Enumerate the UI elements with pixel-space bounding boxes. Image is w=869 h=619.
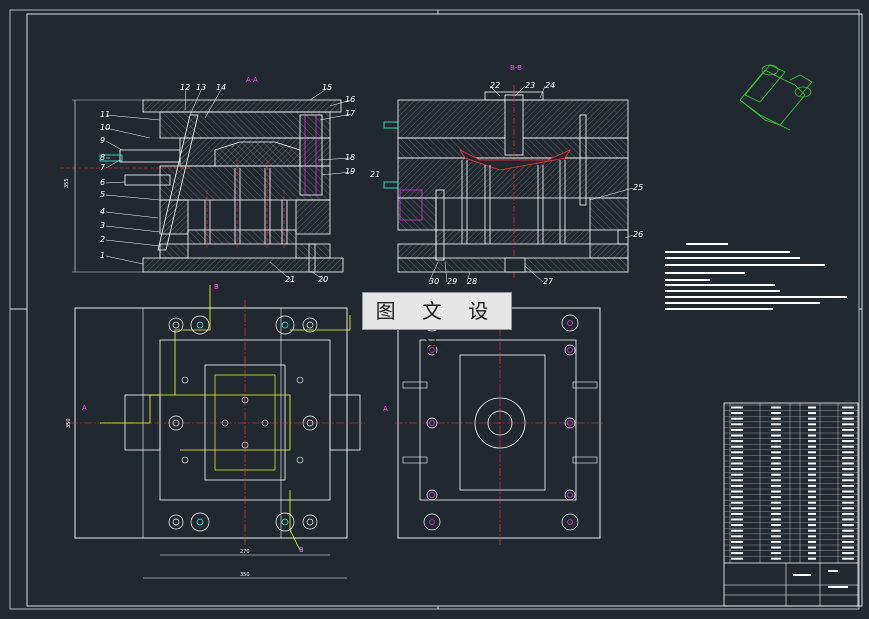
ejector-pin-hole	[181, 456, 189, 464]
callout-label-15: 15	[322, 83, 332, 92]
technical-requirements	[665, 243, 847, 310]
callout-label-23: 23	[525, 81, 535, 90]
callout-leader	[105, 211, 159, 219]
callout-label-3: 3	[100, 221, 105, 230]
callout-label-12: 12	[180, 83, 190, 92]
section-mark-b2: B	[299, 546, 304, 554]
callout-label-1: 1	[100, 251, 105, 260]
ejector-pin-hole	[296, 456, 304, 464]
callout-leader	[105, 181, 126, 184]
section-view-b: B-B	[383, 64, 629, 280]
dimension-plan-inner-width: 270	[240, 549, 250, 555]
callout-label-21b: 21	[370, 170, 380, 179]
callout-leader	[624, 234, 634, 239]
callout-label-25: 25	[633, 183, 643, 192]
callout-label-10: 10	[100, 123, 110, 132]
callout-label-28: 28	[467, 277, 477, 286]
ejector-pin-hole	[181, 376, 189, 384]
plan-bolt-holes	[168, 315, 318, 532]
section-a-label: A-A	[246, 76, 258, 84]
part-isometric-icon	[739, 64, 813, 131]
callout-label-11: 11	[100, 110, 110, 119]
callout-label-29: 29	[447, 277, 457, 286]
callout-leader	[105, 114, 161, 121]
slot	[402, 381, 428, 389]
callout-label-20: 20	[318, 275, 328, 284]
slot	[572, 381, 598, 389]
callout-label-19: 19	[345, 167, 355, 176]
callout-label-16: 16	[345, 95, 355, 104]
callout-label-2: 2	[100, 235, 105, 244]
section-mark-b1: B	[214, 283, 219, 291]
callout-leader	[105, 127, 151, 139]
cad-drawing-viewport: 355 A-A 1 2 3 4 5 6 7 8 9 10 11 12 13 14 15 16 17 18 19 20 2…	[0, 0, 869, 619]
bolt-hole	[426, 489, 438, 501]
callout-leader	[105, 194, 161, 201]
watermark: 图 文 设 计	[362, 292, 512, 359]
bolt-hole	[168, 514, 184, 530]
callout-label-7: 7	[100, 163, 106, 172]
callout-label-6: 6	[100, 178, 105, 187]
callout-label-21: 21	[285, 275, 295, 284]
callout-label-30: 30	[429, 277, 439, 286]
callout-leader	[105, 255, 144, 265]
callout-leader	[514, 85, 526, 97]
callout-label-4: 4	[100, 207, 105, 216]
section-mark-a2: A	[383, 405, 388, 413]
callout-label-24: 24	[545, 81, 555, 90]
callout-label-18: 18	[345, 153, 355, 162]
callout-label-27: 27	[543, 277, 554, 286]
bolt-hole	[561, 513, 579, 531]
callout-label-26: 26	[633, 230, 643, 239]
ejector-pin-hole	[296, 376, 304, 384]
callout-label-14: 14	[216, 83, 226, 92]
dimension-plan-height: 350	[66, 418, 72, 428]
bolt-hole	[564, 489, 576, 501]
callout-leader	[105, 225, 161, 233]
bolt-hole	[275, 315, 295, 335]
bolt-hole	[423, 513, 441, 531]
callout-leader	[105, 140, 123, 151]
dimension-left-height: 355	[64, 178, 70, 188]
callout-leader	[105, 239, 161, 247]
section-mark-a1: A	[82, 404, 87, 412]
bolt-hole	[564, 344, 576, 356]
callout-label-17: 17	[345, 109, 356, 118]
callout-label-5: 5	[100, 190, 105, 199]
bolt-hole	[190, 512, 210, 532]
callout-label-22: 22	[490, 81, 500, 90]
bolt-hole	[302, 514, 318, 530]
dimension-plan-outer-width: 350	[240, 572, 250, 578]
bolt-hole	[275, 512, 295, 532]
bolt-hole	[561, 314, 579, 332]
bolt-hole	[190, 315, 210, 335]
slot	[572, 456, 598, 464]
plan-view-moving-half: 270 350 350 A A B B	[66, 283, 388, 579]
callout-label-13: 13	[196, 83, 206, 92]
slot	[402, 456, 428, 464]
section-b-label: B-B	[510, 64, 522, 72]
callout-label-8: 8	[100, 153, 105, 162]
bill-of-materials-table	[723, 402, 859, 607]
callout-label-9: 9	[100, 136, 105, 145]
